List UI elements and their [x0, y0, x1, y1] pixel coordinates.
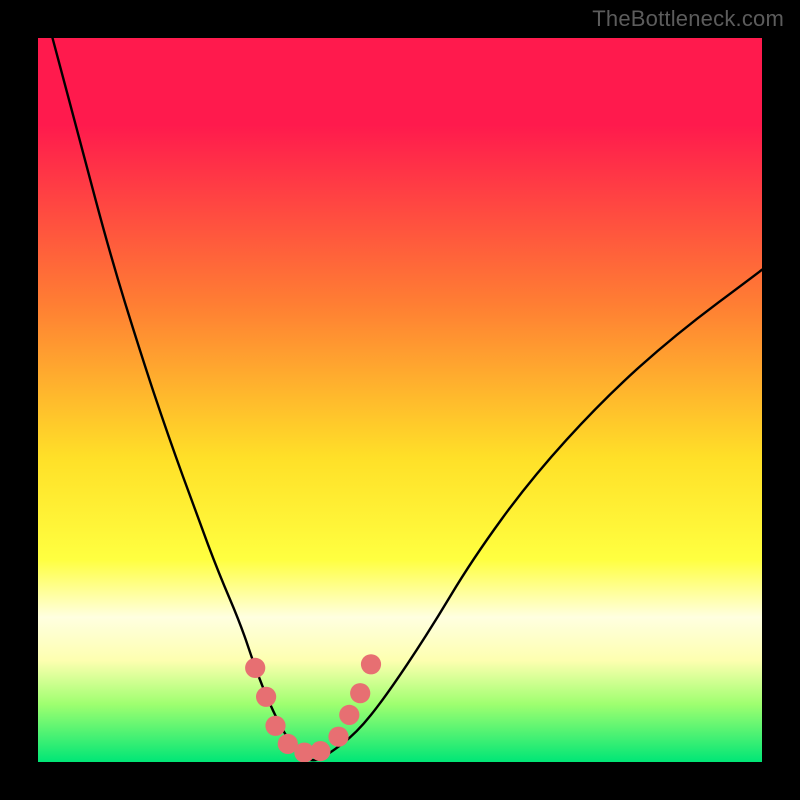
chart-frame: TheBottleneck.com [0, 0, 800, 800]
curve-svg [38, 38, 762, 762]
curve-marker [361, 654, 381, 674]
curve-marker [328, 727, 348, 747]
curve-marker [256, 687, 276, 707]
marker-group [245, 654, 381, 762]
plot-area [38, 38, 762, 762]
curve-marker [350, 683, 370, 703]
curve-marker [265, 716, 285, 736]
curve-marker [245, 658, 265, 678]
bottleneck-curve [53, 38, 763, 760]
curve-marker [339, 705, 359, 725]
watermark-text: TheBottleneck.com [592, 6, 784, 32]
curve-marker [310, 741, 330, 761]
